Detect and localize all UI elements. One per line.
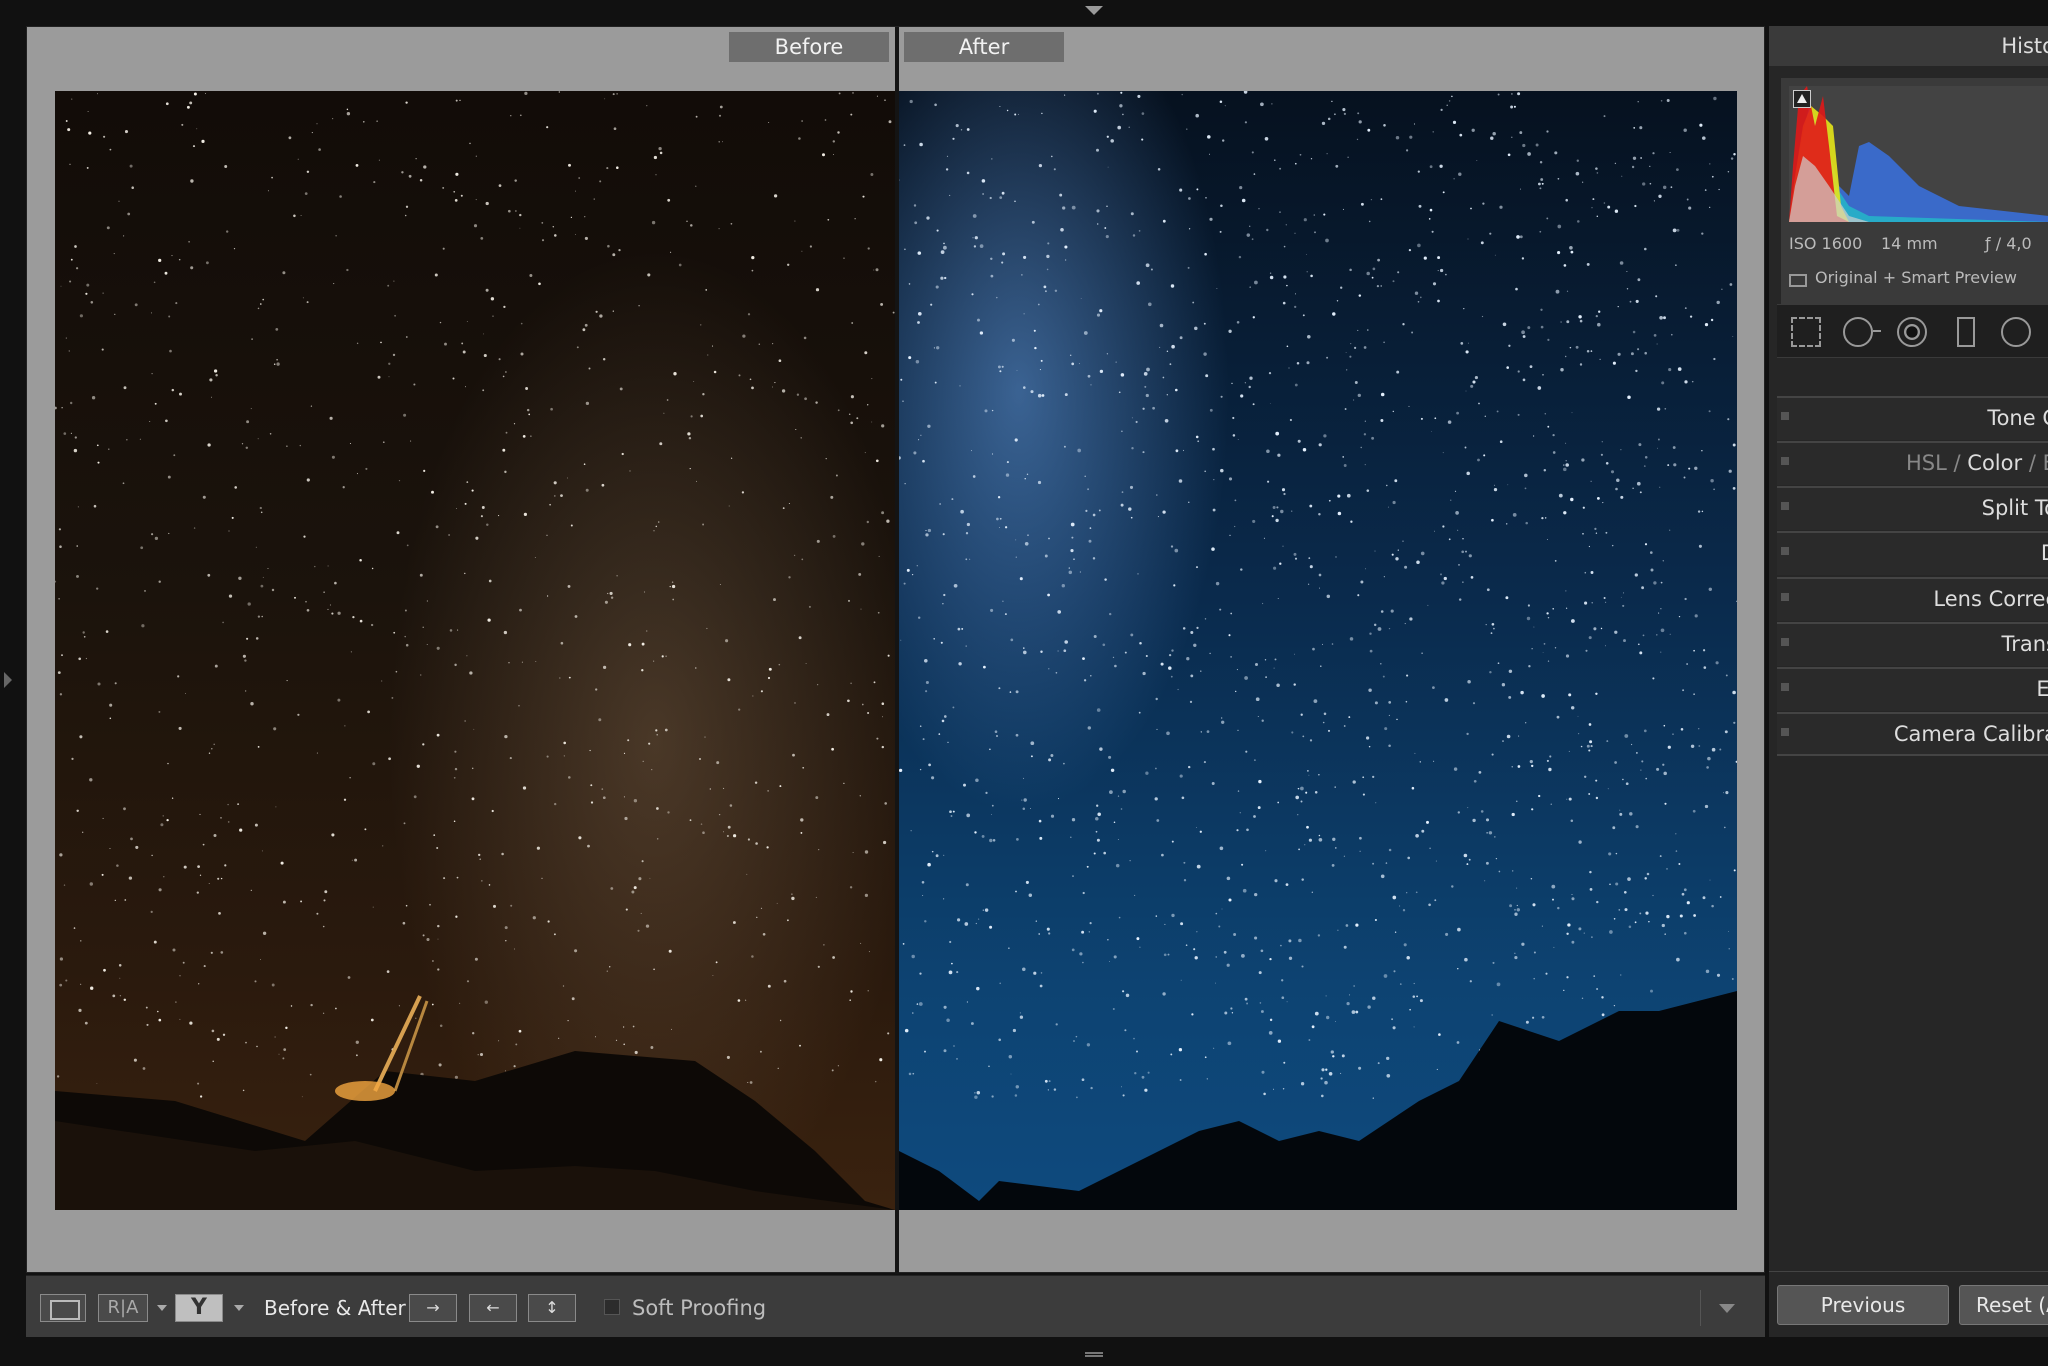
histogram-graph[interactable] [1789,86,2048,222]
histogram-panel: ISO 1600 14 mm ƒ / 4,0 Original + Smart … [1781,78,2048,314]
tab-bw[interactable]: B [2043,451,2048,475]
radial-filter-icon[interactable] [2001,317,2031,347]
swap-before-after-button[interactable]: ↕ [528,1294,576,1322]
detail-title: D [2041,541,2048,565]
tab-hsl[interactable]: HSL [1906,451,1947,475]
after-label: After [904,32,1064,62]
panel-switch-icon[interactable] [1781,547,1789,555]
panel-switch-icon[interactable] [1781,593,1789,601]
tab-separator: / [1953,451,1961,475]
soft-proofing-checkbox[interactable] [604,1299,620,1315]
exif-focal-length: 14 mm [1881,234,1938,253]
toolbar-content-menu-icon[interactable] [1719,1304,1735,1313]
copy-after-to-before-button[interactable]: ← [469,1294,517,1322]
crop-overlay-icon[interactable] [1791,317,1821,347]
panel-switch-icon[interactable] [1781,502,1789,510]
lens-corrections-section[interactable]: Lens Correc [1777,577,2048,621]
before-after-label: Before & After : [264,1296,419,1320]
before-label: Before [729,32,889,62]
toolbar: R|A Y Before & After : → ← ↕ Soft Proofi… [26,1275,1765,1337]
hsl-color-bw-tabs: HSL / Color / B [1906,451,2048,475]
toolbar-separator [1700,1290,1701,1326]
histogram-header[interactable]: Histo [1769,26,2048,66]
tool-strip [1777,304,2048,358]
split-toning-section[interactable]: Split To [1777,486,2048,530]
effects-title: Ef [2036,677,2048,701]
transform-section[interactable]: Trans [1777,622,2048,666]
left-panel-toggle-icon[interactable] [4,672,12,688]
histogram-title: Histo [2001,34,2048,58]
hsl-color-bw-section[interactable]: HSL / Color / B [1777,441,2048,485]
previous-button[interactable]: Previous [1777,1285,1949,1325]
after-mountain-silhouette [899,991,1737,1210]
develop-right-panel: Histo ISO 1600 14 mm ƒ / 4,0 Original + … [1768,26,2048,1337]
histogram-curves [1789,86,2048,222]
before-after-split-button[interactable]: Y [175,1294,223,1322]
red-eye-icon[interactable] [1897,317,1927,347]
copy-before-to-after-button[interactable]: → [409,1294,457,1322]
panel-switch-icon[interactable] [1781,638,1789,646]
panel-separator [1769,1271,2048,1272]
exif-iso: ISO 1600 [1789,234,1863,253]
camera-calibration-title: Camera Calibra [1893,722,2048,746]
tab-color[interactable]: Color [1967,451,2022,475]
panel-switch-icon[interactable] [1781,457,1789,465]
panel-switch-icon[interactable] [1781,412,1789,420]
loupe-view-button[interactable] [40,1294,86,1322]
transform-title: Trans [2001,632,2048,656]
shadow-clipping-indicator-icon[interactable] [1793,90,1811,108]
top-panel-toggle-icon[interactable] [1085,6,1103,15]
before-mountain-silhouette [55,995,895,1210]
tone-curve-title: Tone C [1987,406,2048,430]
bottom-panel-toggle-icon[interactable] [1085,1351,1103,1361]
exif-aperture: ƒ / 4,0 [1985,234,2032,253]
spot-removal-icon[interactable] [1843,317,1881,347]
after-photo[interactable] [899,91,1737,1210]
tone-curve-section[interactable]: Tone C [1777,396,2048,440]
soft-proofing-label: Soft Proofing [632,1296,767,1320]
effects-section[interactable]: Ef [1777,667,2048,711]
chevron-down-icon[interactable] [157,1305,167,1311]
camera-calibration-section[interactable]: Camera Calibra [1777,712,2048,756]
panel-switch-icon[interactable] [1781,728,1789,736]
preview-status-label[interactable]: Original + Smart Preview [1815,268,2017,287]
reset-button[interactable]: Reset (A [1959,1285,2048,1325]
detail-section[interactable]: D [1777,531,2048,575]
before-after-left-right-button[interactable]: R|A [98,1294,148,1322]
graduated-filter-icon[interactable] [1957,317,1975,347]
split-toning-title: Split To [1981,496,2048,520]
chevron-down-icon[interactable] [234,1305,244,1311]
before-photo[interactable] [55,91,895,1210]
before-after-view: Before After [26,26,1765,1274]
preview-status-icon [1789,274,1807,287]
tab-separator: / [2028,451,2036,475]
lens-corrections-title: Lens Correc [1933,587,2048,611]
panel-switch-icon[interactable] [1781,683,1789,691]
